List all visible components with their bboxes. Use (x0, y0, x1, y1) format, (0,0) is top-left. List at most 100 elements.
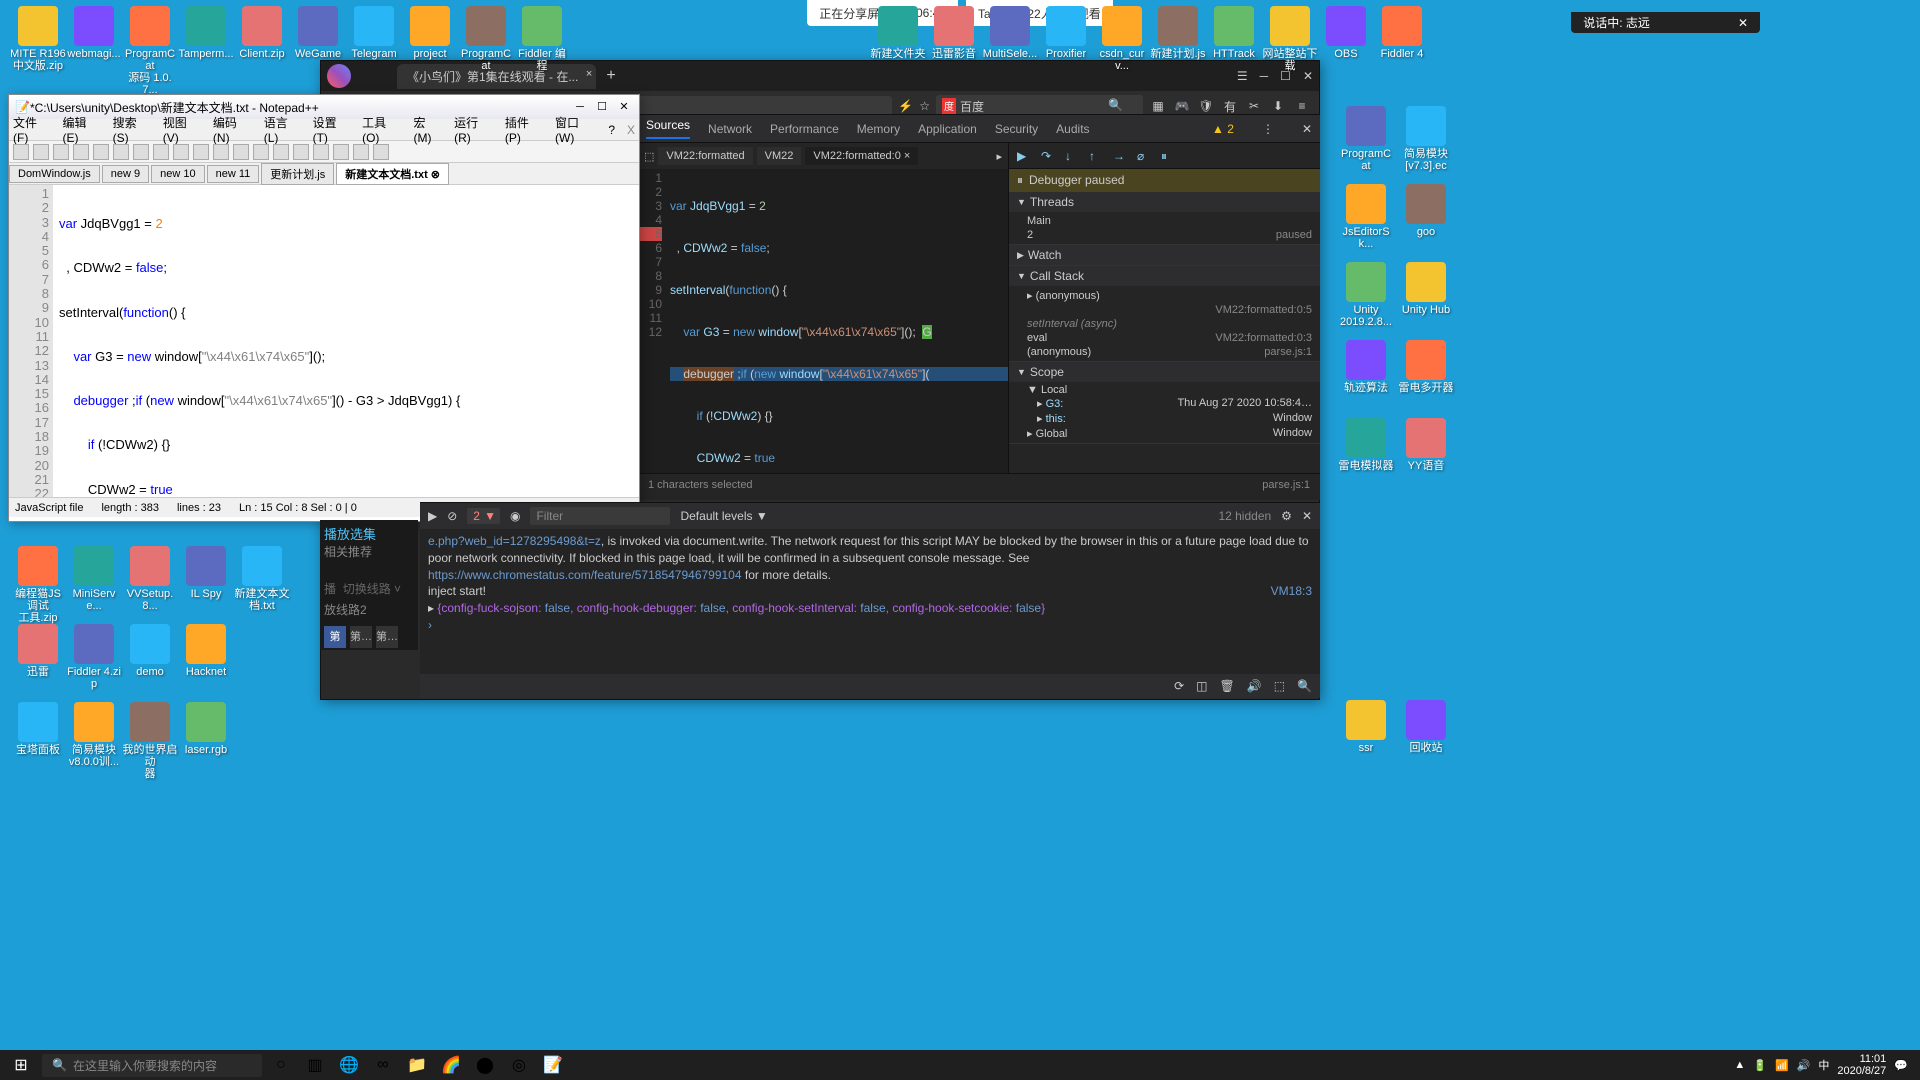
source-tab[interactable]: VM22:formatted (658, 147, 752, 165)
desktop-icon[interactable]: 迅雷影音 (926, 6, 982, 60)
notification-icon[interactable]: 💬 (1894, 1059, 1908, 1072)
clear-icon[interactable]: ⊘ (447, 509, 457, 523)
tool-icon[interactable] (253, 144, 269, 160)
desktop-icon[interactable]: 新建文件夹 (870, 6, 926, 60)
desktop-icon[interactable]: VVSetup.8... (122, 546, 178, 612)
tool-icon[interactable] (153, 144, 169, 160)
desktop-icon[interactable]: 我的世界启动器 (122, 702, 178, 780)
menu-file[interactable]: 文件(F) (13, 114, 51, 145)
tool-icon[interactable] (233, 144, 249, 160)
desktop-icon[interactable]: 轨迹算法 (1338, 340, 1394, 394)
tool-icon[interactable]: 🗑 (1220, 679, 1235, 693)
desktop-icon[interactable]: project (402, 6, 458, 60)
more-icon[interactable]: ▸ (996, 150, 1002, 163)
desktop-icon[interactable]: ProgramCat (1338, 106, 1394, 172)
desktop-icon[interactable]: Hacknet (178, 624, 234, 678)
console-output[interactable]: e.php?web_id=1278295498&t=z, is invoked … (420, 529, 1320, 638)
desktop-icon[interactable]: 新建文本文档.txt (234, 546, 290, 612)
video-line[interactable]: 放线路2 (324, 601, 414, 618)
ext-icon[interactable]: 🛡 (1197, 97, 1215, 115)
taskbar-app[interactable]: 🌈 (436, 1052, 466, 1078)
source-tab[interactable]: VM22:formatted:0 × (805, 147, 918, 165)
kebab-icon[interactable]: ⋮ (1262, 122, 1274, 136)
desktop-icon[interactable]: csdn_curv... (1094, 6, 1150, 72)
desktop-icon[interactable]: 简易模块v8.0.0训... (66, 702, 122, 768)
tab-network[interactable]: Network (708, 122, 752, 136)
taskbar-app[interactable]: ▥ (300, 1052, 330, 1078)
resume-icon[interactable]: ▶ (1017, 149, 1031, 163)
threads-header[interactable]: ▼Threads (1009, 192, 1320, 212)
search-input[interactable]: 🔍 在这里输入你要搜索的内容 (42, 1054, 262, 1077)
eye-icon[interactable]: ◉ (510, 509, 520, 523)
ext-icon[interactable]: 🎮 (1173, 97, 1191, 115)
desktop-icon[interactable]: OBS (1318, 6, 1374, 60)
desktop-icon[interactable]: Fiddler 编程 (514, 6, 570, 72)
desktop-icon[interactable]: 简易模块[v7.3].ec (1398, 106, 1454, 172)
menu-help[interactable]: ? (608, 123, 615, 137)
deactivate-icon[interactable]: ⌀ (1137, 149, 1151, 163)
video-tab[interactable]: 播放选集 (324, 524, 414, 543)
step-over-icon[interactable]: ↷ (1041, 149, 1055, 163)
menu-icon[interactable]: ☰ (1237, 69, 1248, 83)
tool-icon[interactable] (333, 144, 349, 160)
source-code[interactable]: var JdqBVgg1 = 2 , CDWw2 = false; setInt… (666, 169, 1008, 473)
file-tab[interactable]: 新建文本文档.txt ⊗ (336, 163, 449, 185)
ext-icon[interactable]: 有 (1221, 97, 1239, 115)
taskbar-app[interactable]: ∞ (368, 1052, 398, 1078)
video-tab[interactable]: 相关推荐 (324, 543, 414, 560)
menu-language[interactable]: 语言(L) (264, 114, 301, 145)
desktop-icon[interactable]: 新建计划.js (1150, 6, 1206, 60)
tool-icon[interactable] (293, 144, 309, 160)
desktop-icon[interactable]: ProgramCat (458, 6, 514, 72)
close-x[interactable]: X (627, 123, 635, 137)
desktop-icon[interactable]: Tamperm... (178, 6, 234, 60)
tab-sources[interactable]: Sources (646, 118, 690, 139)
desktop-icon[interactable]: Fiddler 4 (1374, 6, 1430, 60)
desktop-icon[interactable]: 网站整站下载 (1262, 6, 1318, 72)
tool-icon[interactable] (373, 144, 389, 160)
desktop-icon[interactable]: YY语音 (1398, 418, 1454, 472)
desktop-icon[interactable]: ProgramCat源码 1.0.7... (122, 6, 178, 96)
desktop-icon[interactable]: Fiddler 4.zip (66, 624, 122, 690)
desktop-icon[interactable]: 迅雷 (10, 624, 66, 678)
tool-icon[interactable] (213, 144, 229, 160)
taskbar-app[interactable]: ◎ (504, 1052, 534, 1078)
tool-icon[interactable] (73, 144, 89, 160)
ext-icon[interactable]: ▦ (1149, 97, 1167, 115)
tab-security[interactable]: Security (995, 122, 1038, 136)
tray-icon[interactable]: 🔊 (1797, 1059, 1811, 1072)
levels-select[interactable]: Default levels ▼ (680, 509, 767, 523)
close-icon[interactable]: ✕ (615, 98, 633, 116)
desktop-icon[interactable]: WeGame (290, 6, 346, 60)
clock-time[interactable]: 11:01 (1837, 1053, 1886, 1065)
tray-icon[interactable]: 中 (1818, 1057, 1829, 1073)
desktop-icon[interactable]: ssr (1338, 700, 1394, 754)
code-editor[interactable]: var JdqBVgg1 = 2 , CDWw2 = false; setInt… (53, 185, 639, 497)
desktop-icon[interactable]: webmagi... (66, 6, 122, 60)
star-icon[interactable]: ☆ (919, 99, 930, 113)
console-toggle-icon[interactable]: ▶ (428, 509, 437, 523)
callstack-header[interactable]: ▼Call Stack (1009, 266, 1320, 286)
step-icon[interactable]: → (1113, 149, 1127, 163)
tool-icon[interactable] (273, 144, 289, 160)
file-tab[interactable]: new 9 (102, 165, 149, 183)
taskbar-app[interactable]: ⬤ (470, 1052, 500, 1078)
watch-header[interactable]: ▶Watch (1009, 245, 1320, 265)
file-tab[interactable]: 更新计划.js (261, 163, 334, 185)
close-icon[interactable]: ✕ (1302, 122, 1312, 136)
download-icon[interactable]: ⬇ (1269, 97, 1287, 115)
tool-icon[interactable] (33, 144, 49, 160)
desktop-icon[interactable]: 宝塔面板 (10, 702, 66, 756)
pause-icon[interactable]: ⏸ (1161, 149, 1175, 163)
tool-icon[interactable] (193, 144, 209, 160)
step-out-icon[interactable]: ↑ (1089, 149, 1103, 163)
menu-icon[interactable]: ≡ (1293, 97, 1311, 115)
episode-button[interactable]: 第 (324, 626, 346, 648)
filter-input[interactable]: Filter (530, 507, 670, 525)
tray-icon[interactable]: ▲ (1734, 1059, 1745, 1071)
menu-plugins[interactable]: 插件(P) (505, 114, 543, 145)
warning-badge[interactable]: ▲ 2 (1212, 122, 1234, 136)
close-icon[interactable]: ✕ (1302, 509, 1312, 523)
tool-icon[interactable]: ◫ (1196, 679, 1207, 693)
close-icon[interactable]: ✕ (1738, 16, 1748, 30)
